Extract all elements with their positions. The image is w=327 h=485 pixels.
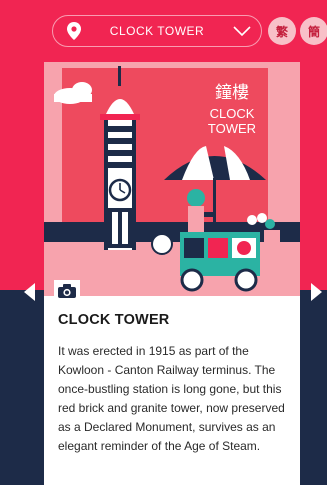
location-selector[interactable]: CLOCK TOWER	[52, 15, 262, 47]
clock-tower-illustration: 鐘樓 CLOCK TOWER	[44, 62, 300, 296]
traditional-chinese-button[interactable]: 繁	[268, 17, 296, 45]
place-title: CLOCK TOWER	[58, 312, 170, 328]
chevron-down-icon[interactable]	[233, 25, 251, 37]
place-description: It was erected in 1915 as part of the Ko…	[58, 344, 285, 453]
camera-icon	[58, 284, 76, 298]
landmark-info: CLOCK TOWER It was erected in 1915 as pa…	[44, 302, 300, 485]
illustration-title-line2: TOWER	[208, 121, 256, 136]
simplified-chinese-button[interactable]: 簡	[300, 17, 327, 45]
chevron-left-icon[interactable]	[22, 282, 36, 302]
chevron-right-icon[interactable]	[310, 282, 324, 302]
illustration-title-line1: CLOCK	[210, 106, 255, 121]
illustration-title-chinese: 鐘樓	[215, 83, 249, 103]
location-label: CLOCK TOWER	[109, 24, 205, 38]
photo-button[interactable]	[54, 280, 80, 302]
map-pin-icon	[67, 22, 81, 40]
